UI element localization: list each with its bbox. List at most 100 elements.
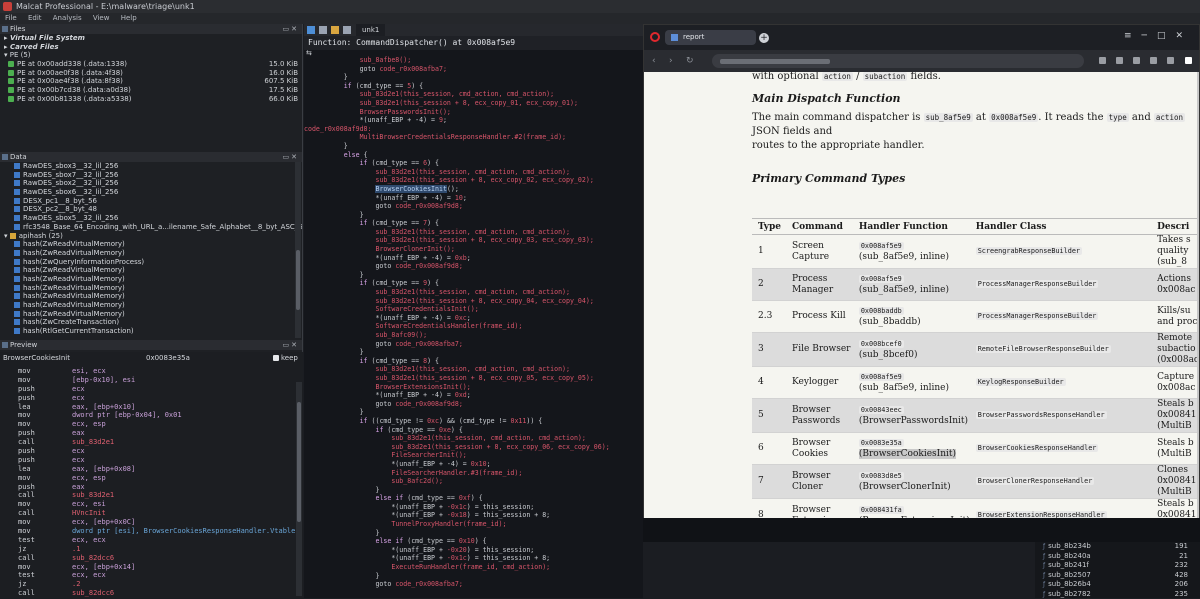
file-icon[interactable] [343, 26, 351, 34]
apihash-item[interactable]: hash(RtlGetCurrentTransaction) [0, 327, 302, 336]
asm-line[interactable]: mov[ebp-0x10], esi [0, 376, 290, 385]
decompiled-code[interactable]: sub_8afbe8(); goto code_r0x008afba7; } i… [304, 56, 643, 589]
menu-edit[interactable]: Edit [28, 14, 42, 22]
apihash-item[interactable]: hash(ZwReadVirtualMemory) [0, 310, 302, 319]
apihash-item[interactable]: hash(ZwReadVirtualMemory) [0, 301, 302, 310]
function-list-item[interactable]: ƒsub_8b234b191 [1035, 542, 1200, 552]
asm-line[interactable]: movecx, esp [0, 420, 290, 429]
asm-line[interactable]: movesi, ecx [0, 367, 290, 376]
files-tree-item[interactable]: ▸ Carved Files [0, 43, 302, 52]
apihash-item[interactable]: hash(ZwCreateTransaction) [0, 318, 302, 327]
preview-scroll-thumb[interactable] [297, 402, 301, 522]
data-item[interactable]: DESX_pc2__8_byt_48 [0, 205, 302, 214]
asm-line[interactable]: movdword ptr [ebp-0x04], 0x01 [0, 411, 290, 420]
document-icon[interactable] [319, 26, 327, 34]
apihash-item[interactable]: hash(ZwReadVirtualMemory) [0, 249, 302, 258]
tab-report[interactable]: report [665, 30, 756, 45]
forward-icon[interactable]: › [669, 56, 673, 66]
asm-line[interactable]: pusheax [0, 429, 290, 438]
apihash-item[interactable]: hash(ZwQueryInformationProcess) [0, 258, 302, 267]
page-scrollbar[interactable] [1197, 72, 1199, 518]
panel-controls-icon[interactable]: ▭✕ [283, 152, 299, 162]
asm-line[interactable]: movdword ptr [esi], BrowserCookiesRespon… [0, 527, 290, 536]
data-item[interactable]: RawDES_sbox6__32_lil_256 [0, 188, 302, 197]
reload-icon[interactable]: ↻ [686, 56, 694, 66]
cell-handler-class: BrowserExtensionResponseHandler [970, 499, 1151, 519]
opera-logo-icon[interactable] [650, 32, 660, 42]
data-item[interactable]: RawDES_sbox5__32_lil_256 [0, 214, 302, 223]
view-toggle-icon[interactable] [307, 26, 315, 34]
panel-controls-icon[interactable]: ▭✕ [283, 24, 299, 34]
asm-line[interactable]: callsub_83d2e1 [0, 491, 290, 500]
data-item[interactable]: RawDES_sbox7__32_lil_256 [0, 171, 302, 180]
asm-operands: ecx, esp [72, 420, 106, 429]
profile-icon[interactable] [1185, 57, 1192, 64]
apihash-item[interactable]: hash(ZwReadVirtualMemory) [0, 292, 302, 301]
function-list-item[interactable]: ƒsub_8b26b4206 [1035, 580, 1200, 590]
folder-icon[interactable] [331, 26, 339, 34]
data-scroll-thumb[interactable] [296, 250, 300, 310]
heart-icon[interactable] [1133, 57, 1140, 64]
new-tab-button[interactable]: + [759, 33, 769, 43]
asm-line[interactable]: pushecx [0, 394, 290, 403]
function-list-item[interactable]: ƒsub_8b241f232 [1035, 561, 1200, 571]
apihash-item[interactable]: hash(ZwReadVirtualMemory) [0, 275, 302, 284]
camera-icon[interactable] [1099, 57, 1106, 64]
menu-file[interactable]: File [5, 14, 17, 22]
files-tree-item[interactable]: PE at 0x00b7cd38 (.data:a0d38)17.5 KiB [0, 86, 302, 95]
data-item[interactable]: RawDES_sbox2__32_lil_256 [0, 179, 302, 188]
menu-analysis[interactable]: Analysis [53, 14, 82, 22]
function-list-item[interactable]: ƒsub_8b240a21 [1035, 552, 1200, 562]
tab-report-label: report [683, 33, 704, 41]
files-tree-item[interactable]: PE at 0x00b81338 (.data:a5338)66.0 KiB [0, 95, 302, 104]
asm-line[interactable]: testecx, ecx [0, 536, 290, 545]
address-bar[interactable] [712, 54, 1084, 68]
data-scrollbar[interactable] [295, 162, 301, 338]
shield-icon[interactable] [1116, 57, 1123, 64]
apihash-item[interactable]: hash(ZwReadVirtualMemory) [0, 240, 302, 249]
asm-line[interactable]: pushecx [0, 447, 290, 456]
asm-line[interactable]: movecx, [ebp+0x14] [0, 563, 290, 572]
asm-line[interactable]: leaeax, [ebp+0x10] [0, 403, 290, 412]
asm-line[interactable]: movecx, esi [0, 500, 290, 509]
function-list-item[interactable]: ƒsub_8b2507428 [1035, 571, 1200, 581]
apihash-item[interactable]: hash(ZwReadVirtualMemory) [0, 266, 302, 275]
asm-line[interactable]: movecx, esp [0, 474, 290, 483]
files-item-label: PE at 0x00b81338 (.data:a5338) [17, 95, 132, 103]
asm-line[interactable]: leaeax, [ebp+0x08] [0, 465, 290, 474]
apihash-item[interactable]: hash(ZwReadVirtualMemory) [0, 284, 302, 293]
panel-controls-icon[interactable]: ▭✕ [283, 340, 299, 350]
files-tree-item[interactable]: ▸ Virtual File System [0, 34, 302, 43]
asm-line[interactable]: callsub_83d2e1 [0, 438, 290, 447]
asm-line[interactable]: callHVncInit [0, 509, 290, 518]
data-item[interactable]: RawDES_sbox3__32_lil_256 [0, 162, 302, 171]
preview-scrollbar[interactable] [296, 382, 302, 596]
asm-line[interactable]: pusheax [0, 483, 290, 492]
asm-line[interactable]: testecx, ecx [0, 571, 290, 580]
back-icon[interactable]: ‹ [652, 56, 656, 66]
data-item[interactable]: DESX_pc1__8_byt_56 [0, 197, 302, 206]
asm-line[interactable]: jz.2 [0, 580, 290, 589]
keep-checkbox[interactable] [273, 355, 279, 361]
asm-line[interactable]: callsub_82dcc6 [0, 554, 290, 563]
menu-help[interactable]: Help [121, 14, 137, 22]
code-line: } [304, 408, 643, 417]
menu-icon[interactable] [1167, 57, 1174, 64]
asm-line[interactable]: movecx, [ebp+0x0C] [0, 518, 290, 527]
apihash-group[interactable]: ▾ apihash (25) [0, 232, 302, 241]
window-controls-icon[interactable]: ≡─□✕ [1124, 31, 1193, 41]
asm-line[interactable]: callsub_82dcc6 [0, 589, 290, 598]
asm-line[interactable]: jz.1 [0, 545, 290, 554]
asm-line[interactable]: pushecx [0, 385, 290, 394]
files-tree-item[interactable]: PE at 0x00add338 (.data:1338)15.0 KiB [0, 60, 302, 69]
code-line: ExecuteRunHandler(frame_id, cmd_action); [304, 563, 643, 572]
menu-view[interactable]: View [93, 14, 110, 22]
asm-line[interactable]: pushecx [0, 456, 290, 465]
tab-unk1[interactable]: unk1 [356, 24, 385, 36]
data-item[interactable]: rfc3548_Base_64_Encoding_with_URL_a...il… [0, 223, 302, 232]
download-icon[interactable] [1150, 57, 1157, 64]
files-tree-item[interactable]: ▾ PE (5) [0, 51, 302, 60]
code-token [304, 82, 344, 90]
files-tree-item[interactable]: PE at 0x00ae4f38 (.data:8f38)607.5 KiB [0, 77, 302, 86]
files-tree-item[interactable]: PE at 0x00ae0f38 (.data:4f38)16.0 KiB [0, 69, 302, 78]
